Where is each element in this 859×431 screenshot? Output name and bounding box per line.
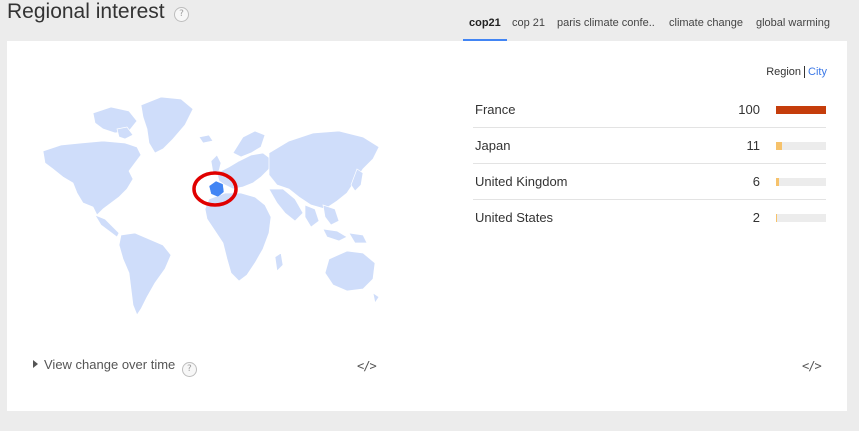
scandinavia-shape — [232, 130, 266, 158]
view-change-label: View change over time — [44, 357, 176, 372]
tab-climate-change[interactable]: climate change — [669, 17, 743, 41]
region-toggle[interactable]: Region — [766, 66, 806, 78]
interest-bar-fill — [776, 214, 777, 222]
city-toggle[interactable]: City — [805, 66, 827, 78]
uk-shape — [210, 154, 222, 174]
canada-islands-shape — [92, 106, 138, 134]
interest-bar — [776, 142, 826, 150]
help-icon[interactable]: ? — [181, 362, 197, 377]
tab-paris-climate-conference[interactable]: paris climate confe.. — [557, 17, 655, 41]
interest-bar — [776, 214, 826, 222]
world-map[interactable] — [33, 93, 383, 317]
region-row[interactable]: Japan 11 — [473, 128, 826, 164]
region-value: 11 — [746, 138, 761, 153]
embed-list-icon[interactable]: </> — [802, 359, 822, 373]
region-row[interactable]: France 100 — [473, 92, 826, 128]
expand-triangle-icon — [33, 360, 38, 368]
view-change-toggle[interactable]: View change over time ? — [33, 357, 197, 377]
region-value: 100 — [738, 102, 760, 117]
granularity-toggle: Region City — [766, 66, 827, 78]
region-list: France 100 Japan 11 United Kingdom 6 Uni… — [473, 92, 826, 235]
south-america-shape — [118, 232, 172, 316]
embed-map-icon[interactable]: </> — [357, 359, 377, 373]
interest-bar-fill — [776, 106, 826, 114]
interest-bar — [776, 106, 826, 114]
region-row[interactable]: United Kingdom 6 — [473, 164, 826, 200]
regional-interest-card: Region City France 100 Japan 11 United Ki… — [7, 41, 847, 411]
region-value: 2 — [752, 210, 760, 225]
region-name: Japan — [475, 138, 511, 153]
tab-cop21[interactable]: cop21 — [463, 17, 507, 41]
region-row[interactable]: United States 2 — [473, 200, 826, 235]
help-icon[interactable]: ? — [174, 7, 189, 22]
north-america-shape — [42, 140, 142, 216]
tab-cop-21[interactable]: cop 21 — [512, 17, 545, 41]
europe-shape — [216, 152, 272, 190]
interest-bar-fill — [776, 142, 782, 150]
region-name: United States — [475, 210, 554, 225]
page-title: Regional interest — [7, 0, 165, 23]
interest-bar — [776, 178, 826, 186]
tab-global-warming[interactable]: global warming — [756, 17, 830, 41]
australia-shape — [324, 250, 376, 292]
region-name: France — [475, 102, 516, 117]
region-value: 6 — [752, 174, 760, 189]
region-name: United Kingdom — [475, 174, 568, 189]
interest-bar-fill — [776, 178, 779, 186]
greenland-shape — [140, 96, 194, 154]
